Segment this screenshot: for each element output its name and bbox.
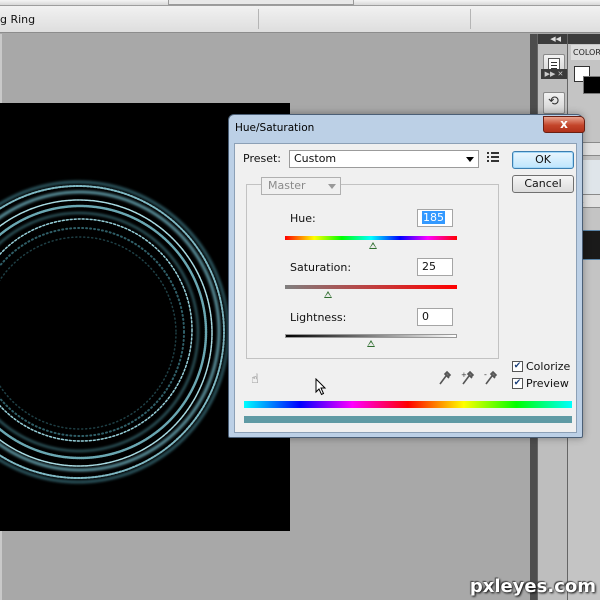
saturation-value: 25 bbox=[422, 260, 436, 273]
eyedropper-minus-icon[interactable]: - bbox=[484, 370, 498, 386]
lightness-input[interactable]: 0 bbox=[417, 308, 453, 326]
options-bar-separator bbox=[258, 9, 259, 29]
lightness-value: 0 bbox=[422, 310, 429, 323]
eyedropper-plus-icon[interactable]: + bbox=[461, 370, 475, 386]
saturation-slider-thumb[interactable] bbox=[324, 291, 332, 298]
mouse-cursor-icon bbox=[315, 378, 327, 396]
hue-value: 185 bbox=[422, 211, 445, 224]
lightness-slider-track[interactable] bbox=[285, 334, 457, 338]
hue-slider-thumb[interactable] bbox=[369, 242, 378, 249]
options-bar-separator bbox=[470, 9, 471, 29]
saturation-input[interactable]: 25 bbox=[417, 258, 453, 276]
dialog-title: Hue/Saturation bbox=[235, 122, 315, 134]
output-color-bar bbox=[244, 416, 572, 423]
colorize-label: Colorize bbox=[526, 360, 571, 373]
hue-input[interactable]: 185 bbox=[417, 209, 453, 227]
collapse-panels-button[interactable]: ◀◀ bbox=[538, 34, 567, 44]
options-bar: g Ring bbox=[0, 6, 600, 33]
lightness-slider-thumb[interactable] bbox=[367, 340, 375, 347]
adjustment-group-box bbox=[246, 184, 499, 359]
colorize-checkbox[interactable]: ✔ bbox=[512, 361, 523, 372]
color-panel-header bbox=[568, 34, 600, 44]
svg-text:-: - bbox=[484, 370, 487, 379]
background-color-swatch[interactable] bbox=[583, 76, 600, 94]
history-panel-button[interactable] bbox=[543, 92, 565, 114]
dialog-close-button[interactable]: x bbox=[543, 116, 585, 133]
preview-checkbox[interactable]: ✔ bbox=[512, 378, 523, 389]
input-color-spectrum-bar bbox=[244, 401, 572, 408]
expand-panels-button[interactable]: ▶▶ ✕ bbox=[541, 69, 567, 79]
preset-label: Preset: bbox=[243, 152, 282, 165]
saturation-slider-track[interactable] bbox=[285, 285, 457, 289]
site-watermark: pxleyes.com bbox=[469, 576, 596, 597]
preview-label: Preview bbox=[526, 377, 569, 390]
chevron-down-icon bbox=[466, 157, 474, 162]
preset-dropdown[interactable]: Custom bbox=[289, 150, 479, 168]
hue-slider-track[interactable] bbox=[285, 236, 457, 240]
edit-channel-value: Master bbox=[268, 179, 306, 192]
ok-button[interactable]: OK bbox=[512, 151, 574, 169]
svg-text:+: + bbox=[461, 371, 467, 379]
cancel-button[interactable]: Cancel bbox=[512, 175, 574, 193]
preset-value: Custom bbox=[294, 152, 337, 165]
targeted-adjustment-hand-icon[interactable]: ☝ bbox=[251, 372, 259, 387]
checkmark-icon: ✔ bbox=[513, 361, 522, 371]
hue-label: Hue: bbox=[290, 212, 316, 225]
hue-saturation-dialog: Hue/Saturation x Preset: Custom OK Cance… bbox=[228, 114, 585, 438]
chevron-down-icon bbox=[328, 184, 336, 189]
saturation-label: Saturation: bbox=[290, 261, 352, 274]
lightness-label: Lightness: bbox=[290, 311, 347, 324]
eyedropper-icon[interactable] bbox=[438, 370, 452, 386]
top-strip-tab bbox=[168, 0, 354, 5]
checkmark-icon: ✔ bbox=[513, 378, 522, 388]
preset-options-menu-icon[interactable] bbox=[487, 152, 499, 164]
edit-channel-dropdown[interactable]: Master bbox=[261, 177, 341, 195]
document-tab-label[interactable]: g Ring bbox=[0, 13, 35, 26]
color-panel-tab[interactable]: COLOR bbox=[571, 45, 600, 60]
history-icon bbox=[548, 94, 560, 110]
dialog-body: Preset: Custom OK Cancel Master Hue: 185… bbox=[234, 143, 577, 433]
